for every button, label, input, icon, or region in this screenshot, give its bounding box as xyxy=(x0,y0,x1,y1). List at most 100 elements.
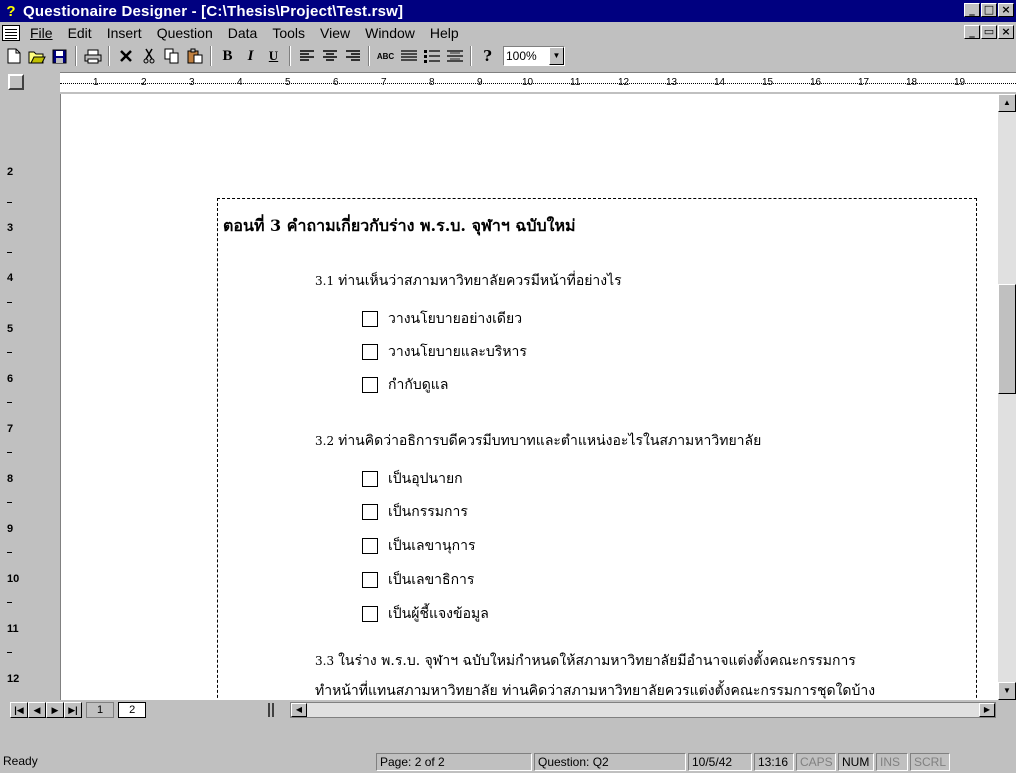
delete-icon[interactable] xyxy=(114,45,137,67)
bold-icon[interactable]: B xyxy=(216,45,239,67)
minimize-button[interactable]: _ xyxy=(964,3,980,17)
option-item[interactable]: วางนโยบายอย่างเดียว xyxy=(362,308,522,330)
ruler-tick: 15 xyxy=(762,77,774,88)
save-icon[interactable] xyxy=(48,45,71,67)
menu-file[interactable]: File xyxy=(24,25,62,41)
align-left-icon[interactable] xyxy=(295,45,318,67)
vruler-tick: 3 xyxy=(7,222,14,234)
copy-icon[interactable] xyxy=(160,45,183,67)
question-3-1[interactable]: 3.1 ท่านเห็นว่าสภามหาวิทยาลัยควรมีหน้าที่… xyxy=(315,270,622,292)
split-handle[interactable] xyxy=(268,703,274,717)
option-item[interactable]: กำกับดูแล xyxy=(362,374,448,396)
option-item[interactable]: เป็นเลขาธิการ xyxy=(362,569,474,591)
question-3-3-line2: ทำหน้าที่แทนสภามหาวิทยาลัย ท่านคิดว่าสภา… xyxy=(315,683,876,699)
last-page-icon[interactable]: ▶| xyxy=(64,702,82,718)
option-item[interactable]: เป็นอุปนายก xyxy=(362,468,463,490)
align-center-icon[interactable] xyxy=(318,45,341,67)
vruler-tick: 11 xyxy=(7,623,19,635)
status-num: NUM xyxy=(838,753,874,771)
page-tab-2[interactable]: 2 xyxy=(118,702,147,718)
vertical-scrollbar[interactable]: ▲ ▼ xyxy=(998,94,1016,700)
status-question: Question: Q2 xyxy=(534,753,686,771)
scroll-up-icon[interactable]: ▲ xyxy=(998,94,1016,112)
page-tab-1[interactable]: 1 xyxy=(86,702,115,718)
new-icon[interactable] xyxy=(2,45,25,67)
bullet-list-icon[interactable] xyxy=(420,45,443,67)
vertical-ruler: 2 3 4 5 6 7 8 9 10 11 12 xyxy=(0,94,60,700)
horizontal-scrollbar[interactable]: ◀ ▶ xyxy=(290,702,996,718)
checkbox[interactable] xyxy=(362,471,378,487)
option-item[interactable]: เป็นกรรมการ xyxy=(362,501,468,523)
next-page-icon[interactable]: ▶ xyxy=(46,702,64,718)
menu-tools[interactable]: Tools xyxy=(266,25,314,41)
help-icon[interactable]: ? xyxy=(476,45,499,67)
menu-window[interactable]: Window xyxy=(359,25,424,41)
scroll-down-icon[interactable]: ▼ xyxy=(998,682,1016,700)
checkbox[interactable] xyxy=(362,538,378,554)
underline-icon[interactable]: U xyxy=(262,45,285,67)
list-icon[interactable] xyxy=(397,45,420,67)
align-right-icon[interactable] xyxy=(341,45,364,67)
zoom-dropdown-icon[interactable]: ▼ xyxy=(549,47,564,65)
ruler-tick: 4 xyxy=(237,77,243,88)
menu-view[interactable]: View xyxy=(314,25,359,41)
checkbox[interactable] xyxy=(362,311,378,327)
vruler-tick: 6 xyxy=(7,373,14,385)
option-item[interactable]: เป็นผู้ชี้แจงข้อมูล xyxy=(362,603,489,625)
first-page-icon[interactable]: |◀ xyxy=(10,702,28,718)
prev-page-icon[interactable]: ◀ xyxy=(28,702,46,718)
app-icon[interactable]: ? xyxy=(3,3,19,20)
option-item[interactable]: วางนโยบายและบริหาร xyxy=(362,341,527,363)
checkbox[interactable] xyxy=(362,606,378,622)
menu-edit[interactable]: Edit xyxy=(62,25,101,41)
ruler-tick: 7 xyxy=(381,77,387,88)
menu-question[interactable]: Question xyxy=(151,25,222,41)
doc-close-button[interactable]: × xyxy=(998,25,1014,39)
zoom-select[interactable]: 100% ▼ xyxy=(503,46,565,66)
checkbox[interactable] xyxy=(362,377,378,393)
checkbox[interactable] xyxy=(362,344,378,360)
checkbox[interactable] xyxy=(362,504,378,520)
document-area[interactable]: ตอนที่ 3 คำถามเกี่ยวกับร่าง พ.ร.บ. จุฬาฯ… xyxy=(60,94,998,700)
open-icon[interactable] xyxy=(25,45,48,67)
vruler-tick: 9 xyxy=(7,523,14,535)
question-3-2[interactable]: 3.2 ท่านคิดว่าอธิการบดีควรมีบทบาทและตำแหน… xyxy=(315,430,761,452)
menu-data[interactable]: Data xyxy=(222,25,267,41)
menu-insert[interactable]: Insert xyxy=(101,25,151,41)
status-date: 10/5/42 xyxy=(688,753,752,771)
window-title: Questionaire Designer - [C:\Thesis\Proje… xyxy=(23,2,404,20)
title-bar: ? Questionaire Designer - [C:\Thesis\Pro… xyxy=(0,0,1016,22)
vruler-tick: 5 xyxy=(7,323,14,335)
status-ready: Ready xyxy=(3,754,38,768)
document-icon[interactable] xyxy=(2,24,20,41)
scroll-right-icon[interactable]: ▶ xyxy=(979,703,995,717)
close-button[interactable]: × xyxy=(998,3,1014,17)
page-navigation-bar: |◀ ◀ ▶ ▶| 1 2 ◀ ▶ xyxy=(0,700,1016,720)
status-time: 13:16 xyxy=(754,753,794,771)
scroll-thumb[interactable] xyxy=(998,284,1016,394)
print-icon[interactable] xyxy=(81,45,104,67)
status-scrl: SCRL xyxy=(910,753,950,771)
question-3-3[interactable]: 3.3 ในร่าง พ.ร.บ. จุฬาฯ ฉบับใหม่กำหนดให้ส… xyxy=(315,650,856,672)
checkbox[interactable] xyxy=(362,572,378,588)
paste-icon[interactable] xyxy=(183,45,206,67)
menu-help[interactable]: Help xyxy=(424,25,468,41)
ruler-tick: 18 xyxy=(906,77,918,88)
doc-restore-button[interactable]: ▭ xyxy=(981,25,997,39)
scroll-left-icon[interactable]: ◀ xyxy=(291,703,307,717)
cut-icon[interactable] xyxy=(137,45,160,67)
spell-icon[interactable]: ABC xyxy=(374,45,397,67)
doc-minimize-button[interactable]: _ xyxy=(964,25,980,39)
ruler-tick: 16 xyxy=(810,77,822,88)
ruler-tick: 5 xyxy=(285,77,291,88)
maximize-button[interactable]: □ xyxy=(981,3,997,17)
status-bar: Ready Page: 2 of 2 Question: Q2 10/5/42 … xyxy=(0,723,1016,773)
status-caps: CAPS xyxy=(796,753,836,771)
ruler-tick: 12 xyxy=(618,77,630,88)
line-spacing-icon[interactable] xyxy=(443,45,466,67)
menu-bar: File Edit Insert Question Data Tools Vie… xyxy=(0,22,1016,43)
vruler-tick: 2 xyxy=(7,166,14,178)
option-item[interactable]: เป็นเลขานุการ xyxy=(362,535,475,557)
ruler-corner-button[interactable] xyxy=(8,74,24,90)
italic-icon[interactable]: I xyxy=(239,45,262,67)
